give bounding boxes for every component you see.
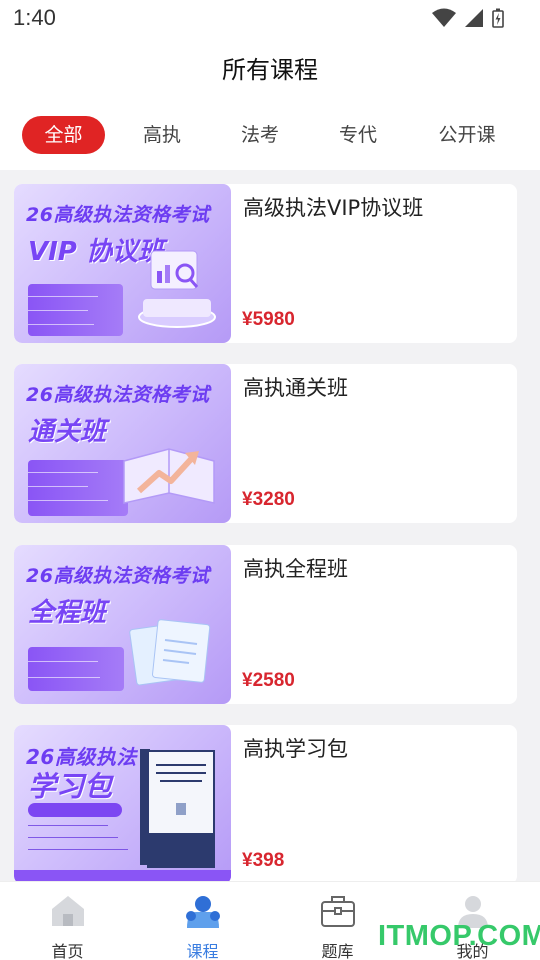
thumbnail-text-line — [28, 324, 94, 325]
course-price: ¥398 — [242, 850, 285, 871]
thumbnail-label-bar — [28, 647, 124, 691]
tab-fakao[interactable]: 法考 — [220, 116, 300, 154]
thumbnail-text-line — [28, 677, 100, 678]
nav-label: 首页 — [51, 942, 84, 960]
thumbnail-subtitle: 通关班 — [28, 417, 107, 447]
page-title: 所有课程 — [222, 56, 318, 84]
chart-platform-illustration — [138, 250, 216, 328]
course-title: 高执全程班 — [243, 557, 348, 581]
thumbnail-subtitle: 学习包 — [28, 770, 113, 803]
course-card-pass[interactable]: 26高级执法资格考试 通关班 高执通关班 ¥3280 — [14, 364, 517, 523]
course-thumbnail: 26高级执法资格考试 全程班 — [14, 545, 231, 704]
nav-label: 课程 — [186, 942, 219, 960]
thumbnail-text-line — [28, 500, 108, 501]
category-tabs: 全部 高执 法考 专代 公开课 — [0, 116, 540, 156]
tab-public-course[interactable]: 公开课 — [425, 116, 509, 154]
tab-zhuandai[interactable]: 专代 — [318, 116, 398, 154]
thumbnail-text-line — [28, 486, 88, 487]
thumbnail-text-line — [28, 849, 128, 850]
question-bank-icon — [320, 896, 355, 927]
watermark: ITMOP.COM — [378, 920, 540, 952]
wifi-icon — [432, 8, 456, 27]
thumbnail-text-line — [28, 661, 98, 662]
course-price: ¥2580 — [242, 670, 295, 691]
course-thumbnail: 26高级执法资格考试 通关班 — [14, 364, 231, 523]
nav-home[interactable]: 首页 — [0, 882, 135, 960]
thumbnail-subtitle: 全程班 — [28, 598, 107, 628]
course-card-full[interactable]: 26高级执法资格考试 全程班 高执全程班 ¥2580 — [14, 545, 517, 704]
book-stack-illustration — [140, 749, 215, 868]
thumbnail-label-bar — [28, 460, 128, 516]
thumbnail-headline: 26高级执法资格考试 — [26, 565, 210, 587]
course-price: ¥5980 — [242, 309, 295, 330]
thumbnail-text-line — [28, 296, 98, 297]
header-area: 1:40 所有课程 全部 高执 法考 专代 公开课 — [0, 0, 540, 170]
course-title: 高执学习包 — [243, 737, 348, 761]
thumbnail-text-line — [28, 825, 108, 826]
signal-icon — [465, 9, 483, 27]
home-icon — [51, 896, 84, 926]
thumbnail-text-line — [28, 837, 118, 838]
course-title: 高执通关班 — [243, 376, 348, 400]
thumbnail-headline: 26高级执法资格考试 — [26, 384, 210, 406]
thumbnail-label-bar — [28, 803, 122, 817]
thumbnail-text-line — [28, 472, 98, 473]
status-bar: 1:40 — [0, 0, 540, 40]
course-title: 高级执法VIP协议班 — [243, 196, 424, 220]
documents-illustration — [129, 619, 211, 686]
course-card-vip[interactable]: 26高级执法资格考试 VIP 协议班 高级执法VIP协议班 ¥5980 — [14, 184, 517, 343]
book-arrow-illustration — [123, 448, 215, 504]
thumbnail-headline: 26高级执法资格考试 — [26, 204, 210, 226]
course-price: ¥3280 — [242, 489, 295, 510]
tab-all[interactable]: 全部 — [22, 116, 105, 154]
course-thumbnail: 26高级执法 学习包 — [14, 725, 231, 884]
status-time: 1:40 — [13, 5, 56, 30]
course-card-study-pack[interactable]: 26高级执法 学习包 高执学习包 ¥398 — [14, 725, 517, 884]
battery-icon — [492, 8, 504, 28]
nav-course[interactable]: 课程 — [135, 882, 270, 960]
thumbnail-text-line — [28, 310, 88, 311]
tab-gaozhi[interactable]: 高执 — [122, 116, 202, 154]
status-icons — [432, 8, 504, 28]
course-thumbnail: 26高级执法资格考试 VIP 协议班 — [14, 184, 231, 343]
course-icon — [185, 896, 220, 928]
